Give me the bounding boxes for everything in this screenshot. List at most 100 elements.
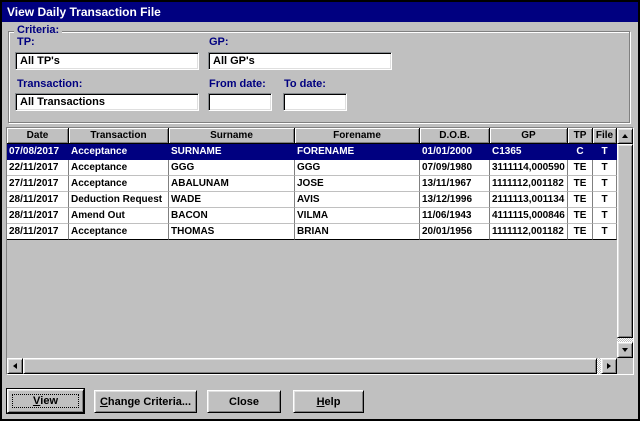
cell-file[interactable]: T — [593, 144, 617, 160]
transaction-field[interactable] — [15, 93, 199, 111]
cell-file[interactable]: T — [593, 176, 617, 192]
cell-surname[interactable]: ABALUNAM — [169, 176, 295, 192]
cell-dob[interactable]: 13/12/1996 — [420, 192, 490, 208]
cell-dob[interactable]: 11/06/1943 — [420, 208, 490, 224]
column-header-transaction[interactable]: Transaction — [69, 128, 169, 144]
tp-field[interactable] — [15, 52, 199, 70]
cell-date[interactable]: 07/08/2017 — [7, 144, 69, 160]
cell-forename[interactable]: FORENAME — [295, 144, 420, 160]
cell-transaction[interactable]: Acceptance — [69, 224, 169, 240]
tp-label: TP: — [17, 36, 35, 48]
cell-tp[interactable]: TE — [568, 192, 593, 208]
cell-file[interactable]: T — [593, 192, 617, 208]
horizontal-scrollbar[interactable] — [7, 358, 617, 374]
scroll-right-button[interactable] — [601, 358, 617, 374]
transaction-grid: Date Transaction Surname Forename D.O.B.… — [6, 127, 634, 375]
focus-rect — [12, 394, 79, 408]
cell-file[interactable]: T — [593, 208, 617, 224]
cell-date[interactable]: 28/11/2017 — [7, 192, 69, 208]
cell-transaction[interactable]: Amend Out — [69, 208, 169, 224]
cell-dob[interactable]: 20/01/1956 — [420, 224, 490, 240]
cell-tp[interactable]: TE — [568, 176, 593, 192]
cell-tp[interactable]: C — [568, 144, 593, 160]
gp-label: GP: — [209, 36, 229, 48]
dialog-window: View Daily Transaction File Criteria: TP… — [0, 0, 640, 421]
cell-gp[interactable]: 1111112,001182 — [490, 224, 568, 240]
scroll-left-button[interactable] — [7, 358, 23, 374]
grid-table: Date Transaction Surname Forename D.O.B.… — [7, 128, 617, 240]
column-header-file[interactable]: File — [593, 128, 617, 144]
cell-forename[interactable]: AVIS — [295, 192, 420, 208]
cell-transaction[interactable]: Acceptance — [69, 176, 169, 192]
transaction-label: Transaction: — [17, 78, 82, 90]
cell-gp[interactable]: 1111112,001182 — [490, 176, 568, 192]
cell-file[interactable]: T — [593, 160, 617, 176]
cell-gp[interactable]: 2111113,001134 — [490, 192, 568, 208]
change-criteria-button[interactable]: Change Criteria... — [94, 390, 197, 413]
cell-forename[interactable]: VILMA — [295, 208, 420, 224]
cell-gp[interactable]: C1365 — [490, 144, 568, 160]
cell-surname[interactable]: THOMAS — [169, 224, 295, 240]
table-row[interactable]: 27/11/2017 Acceptance ABALUNAM JOSE 13/1… — [7, 176, 617, 192]
view-button[interactable]: View — [7, 389, 84, 413]
scroll-right-icon — [607, 363, 611, 369]
cell-surname[interactable]: SURNAME — [169, 144, 295, 160]
column-header-gp[interactable]: GP — [490, 128, 568, 144]
vertical-scrollbar[interactable] — [617, 128, 633, 358]
table-row[interactable]: 22/11/2017 Acceptance GGG GGG 07/09/1980… — [7, 160, 617, 176]
grid-header-row: Date Transaction Surname Forename D.O.B.… — [7, 128, 617, 144]
gp-field[interactable] — [208, 52, 392, 70]
cell-dob[interactable]: 01/01/2000 — [420, 144, 490, 160]
table-row[interactable]: 28/11/2017 Amend Out BACON VILMA 11/06/1… — [7, 208, 617, 224]
to-date-field[interactable] — [283, 93, 347, 111]
from-date-label: From date: — [209, 78, 266, 90]
scrollbar-corner — [617, 358, 633, 374]
cell-transaction[interactable]: Deduction Request — [69, 192, 169, 208]
cell-surname[interactable]: WADE — [169, 192, 295, 208]
scroll-up-button[interactable] — [617, 128, 633, 144]
cell-date[interactable]: 28/11/2017 — [7, 208, 69, 224]
cell-surname[interactable]: BACON — [169, 208, 295, 224]
table-row[interactable]: 28/11/2017 Deduction Request WADE AVIS 1… — [7, 192, 617, 208]
cell-transaction[interactable]: Acceptance — [69, 160, 169, 176]
cell-forename[interactable]: JOSE — [295, 176, 420, 192]
column-header-forename[interactable]: Forename — [295, 128, 420, 144]
help-button[interactable]: Help — [293, 390, 364, 413]
cell-date[interactable]: 22/11/2017 — [7, 160, 69, 176]
cell-forename[interactable]: BRIAN — [295, 224, 420, 240]
cell-date[interactable]: 28/11/2017 — [7, 224, 69, 240]
vertical-scrollbar-thumb[interactable] — [617, 144, 633, 338]
table-row[interactable]: 28/11/2017 Acceptance THOMAS BRIAN 20/01… — [7, 224, 617, 240]
horizontal-scrollbar-thumb[interactable] — [23, 358, 597, 374]
from-date-field[interactable] — [208, 93, 272, 111]
table-row[interactable]: 07/08/2017 Acceptance SURNAME FORENAME 0… — [7, 144, 617, 160]
scroll-down-button[interactable] — [617, 342, 633, 358]
close-button[interactable]: Close — [207, 390, 281, 413]
help-button-mnemonic: H — [317, 396, 325, 408]
column-header-surname[interactable]: Surname — [169, 128, 295, 144]
cell-transaction[interactable]: Acceptance — [69, 144, 169, 160]
cell-tp[interactable]: TE — [568, 160, 593, 176]
cell-gp[interactable]: 3111114,000590 — [490, 160, 568, 176]
scroll-up-icon — [622, 134, 628, 138]
column-header-dob[interactable]: D.O.B. — [420, 128, 490, 144]
help-button-label-rest: elp — [325, 396, 341, 408]
title-bar[interactable]: View Daily Transaction File — [2, 2, 638, 22]
cell-surname[interactable]: GGG — [169, 160, 295, 176]
grid-content: Date Transaction Surname Forename D.O.B.… — [7, 128, 617, 358]
cell-dob[interactable]: 13/11/1967 — [420, 176, 490, 192]
cell-file[interactable]: T — [593, 224, 617, 240]
cell-gp[interactable]: 4111115,000846 — [490, 208, 568, 224]
cell-tp[interactable]: TE — [568, 224, 593, 240]
scroll-left-icon — [13, 363, 17, 369]
column-header-tp[interactable]: TP — [568, 128, 593, 144]
cell-date[interactable]: 27/11/2017 — [7, 176, 69, 192]
column-header-date[interactable]: Date — [7, 128, 69, 144]
cell-forename[interactable]: GGG — [295, 160, 420, 176]
change-criteria-label-rest: hange Criteria... — [108, 396, 191, 408]
change-criteria-mnemonic: C — [100, 396, 108, 408]
criteria-group-label: Criteria: — [14, 24, 62, 36]
cell-tp[interactable]: TE — [568, 208, 593, 224]
cell-dob[interactable]: 07/09/1980 — [420, 160, 490, 176]
to-date-label: To date: — [284, 78, 326, 90]
